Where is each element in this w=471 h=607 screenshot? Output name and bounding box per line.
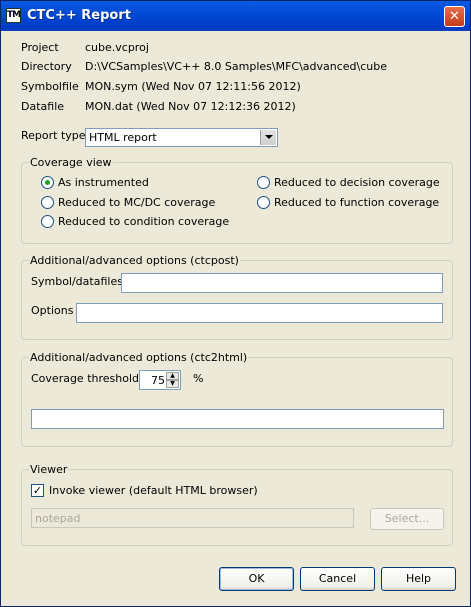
window-title: CTC++ Report xyxy=(27,8,131,23)
percent-label: % xyxy=(193,372,204,385)
coverage-view-title: Coverage view xyxy=(29,156,113,169)
spin-down-icon[interactable]: ▼ xyxy=(166,380,179,388)
mcdc-label[interactable]: Reduced to MC/DC coverage xyxy=(58,196,215,209)
dialog-window: TM CTC++ Report ✕ Project cube.vcproj Di… xyxy=(0,0,471,607)
project-value: cube.vcproj xyxy=(85,41,149,54)
select-viewer-button: Select... xyxy=(370,508,444,530)
report-type-label: Report type xyxy=(21,129,86,142)
radio-condition[interactable] xyxy=(41,215,54,228)
ok-button[interactable]: OK xyxy=(219,567,294,591)
report-type-value: HTML report xyxy=(89,131,157,144)
ctcpost-title: Additional/advanced options (ctcpost) xyxy=(29,254,240,267)
viewer-input: notepad xyxy=(31,508,354,528)
cancel-button[interactable]: Cancel xyxy=(300,567,375,591)
viewer-title: Viewer xyxy=(29,463,69,476)
ctc2html-options-input[interactable] xyxy=(31,409,444,429)
spin-up-icon[interactable]: ▲ xyxy=(166,372,179,380)
app-icon: TM xyxy=(6,8,21,23)
project-label: Project xyxy=(21,41,59,54)
chevron-down-icon[interactable] xyxy=(260,130,276,145)
help-button[interactable]: Help xyxy=(381,567,456,591)
ctcpost-options-input[interactable] xyxy=(76,303,443,323)
radio-function[interactable] xyxy=(257,196,270,209)
symbolfile-label: Symbolfile xyxy=(21,80,79,93)
threshold-spinner[interactable]: 75 ▲ ▼ xyxy=(139,370,181,390)
ctc2html-group xyxy=(21,357,453,447)
invoke-viewer-checkbox[interactable]: ✓ xyxy=(31,484,44,497)
function-label[interactable]: Reduced to function coverage xyxy=(274,196,439,209)
decision-label[interactable]: Reduced to decision coverage xyxy=(274,176,440,189)
radio-decision[interactable] xyxy=(257,176,270,189)
close-button[interactable]: ✕ xyxy=(444,6,465,27)
coverage-threshold-label: Coverage threshold xyxy=(31,372,140,385)
radio-as-instrumented[interactable] xyxy=(41,176,54,189)
datafile-value: MON.dat (Wed Nov 07 12:12:36 2012) xyxy=(85,100,296,113)
ctcpost-group xyxy=(21,260,453,340)
radio-mcdc[interactable] xyxy=(41,196,54,209)
close-icon: ✕ xyxy=(449,9,460,24)
options-label: Options xyxy=(31,304,74,317)
threshold-value: 75 xyxy=(151,374,165,387)
directory-label: Directory xyxy=(21,60,72,73)
report-type-select[interactable]: HTML report xyxy=(85,128,278,147)
title-bar[interactable]: TM CTC++ Report ✕ xyxy=(1,1,470,31)
directory-value: D:\VCSamples\VC++ 8.0 Samples\MFC\advanc… xyxy=(85,60,388,73)
symbolfile-value: MON.sym (Wed Nov 07 12:11:56 2012) xyxy=(85,80,301,93)
datafile-label: Datafile xyxy=(21,100,65,113)
ctc2html-title: Additional/advanced options (ctc2html) xyxy=(29,351,249,364)
as-instrumented-label[interactable]: As instrumented xyxy=(58,176,149,189)
condition-label[interactable]: Reduced to condition coverage xyxy=(58,215,229,228)
symbol-datafiles-input[interactable] xyxy=(121,273,443,293)
symbol-datafiles-label: Symbol/datafiles xyxy=(31,275,123,288)
invoke-viewer-label[interactable]: Invoke viewer (default HTML browser) xyxy=(49,484,258,497)
checkmark-icon: ✓ xyxy=(32,484,43,497)
